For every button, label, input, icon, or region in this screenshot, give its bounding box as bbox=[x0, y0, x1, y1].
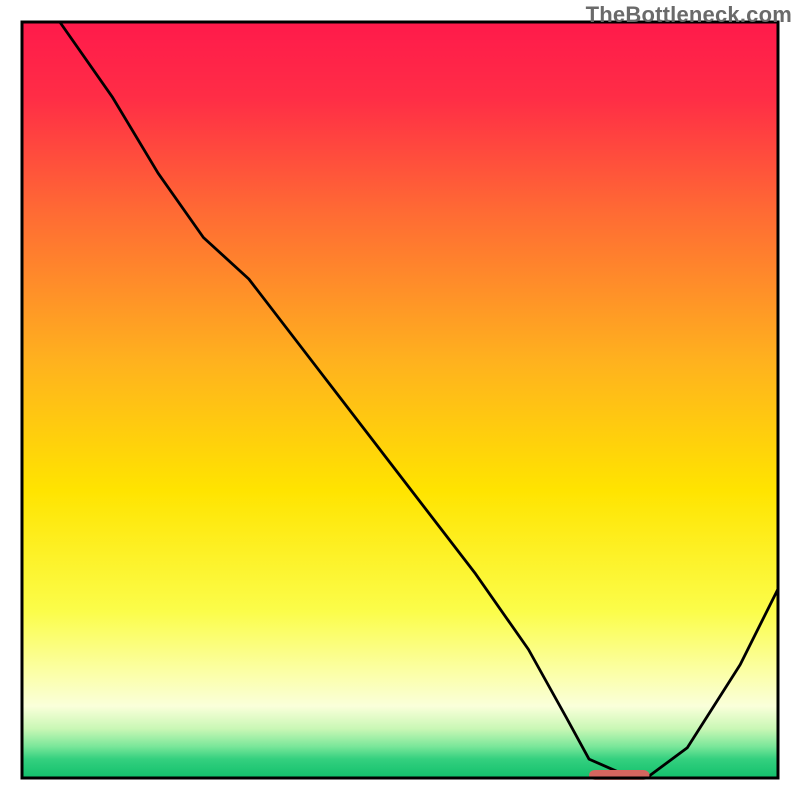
bottleneck-chart: TheBottleneck.com bbox=[0, 0, 800, 800]
chart-svg bbox=[0, 0, 800, 800]
watermark-text: TheBottleneck.com bbox=[586, 2, 792, 28]
